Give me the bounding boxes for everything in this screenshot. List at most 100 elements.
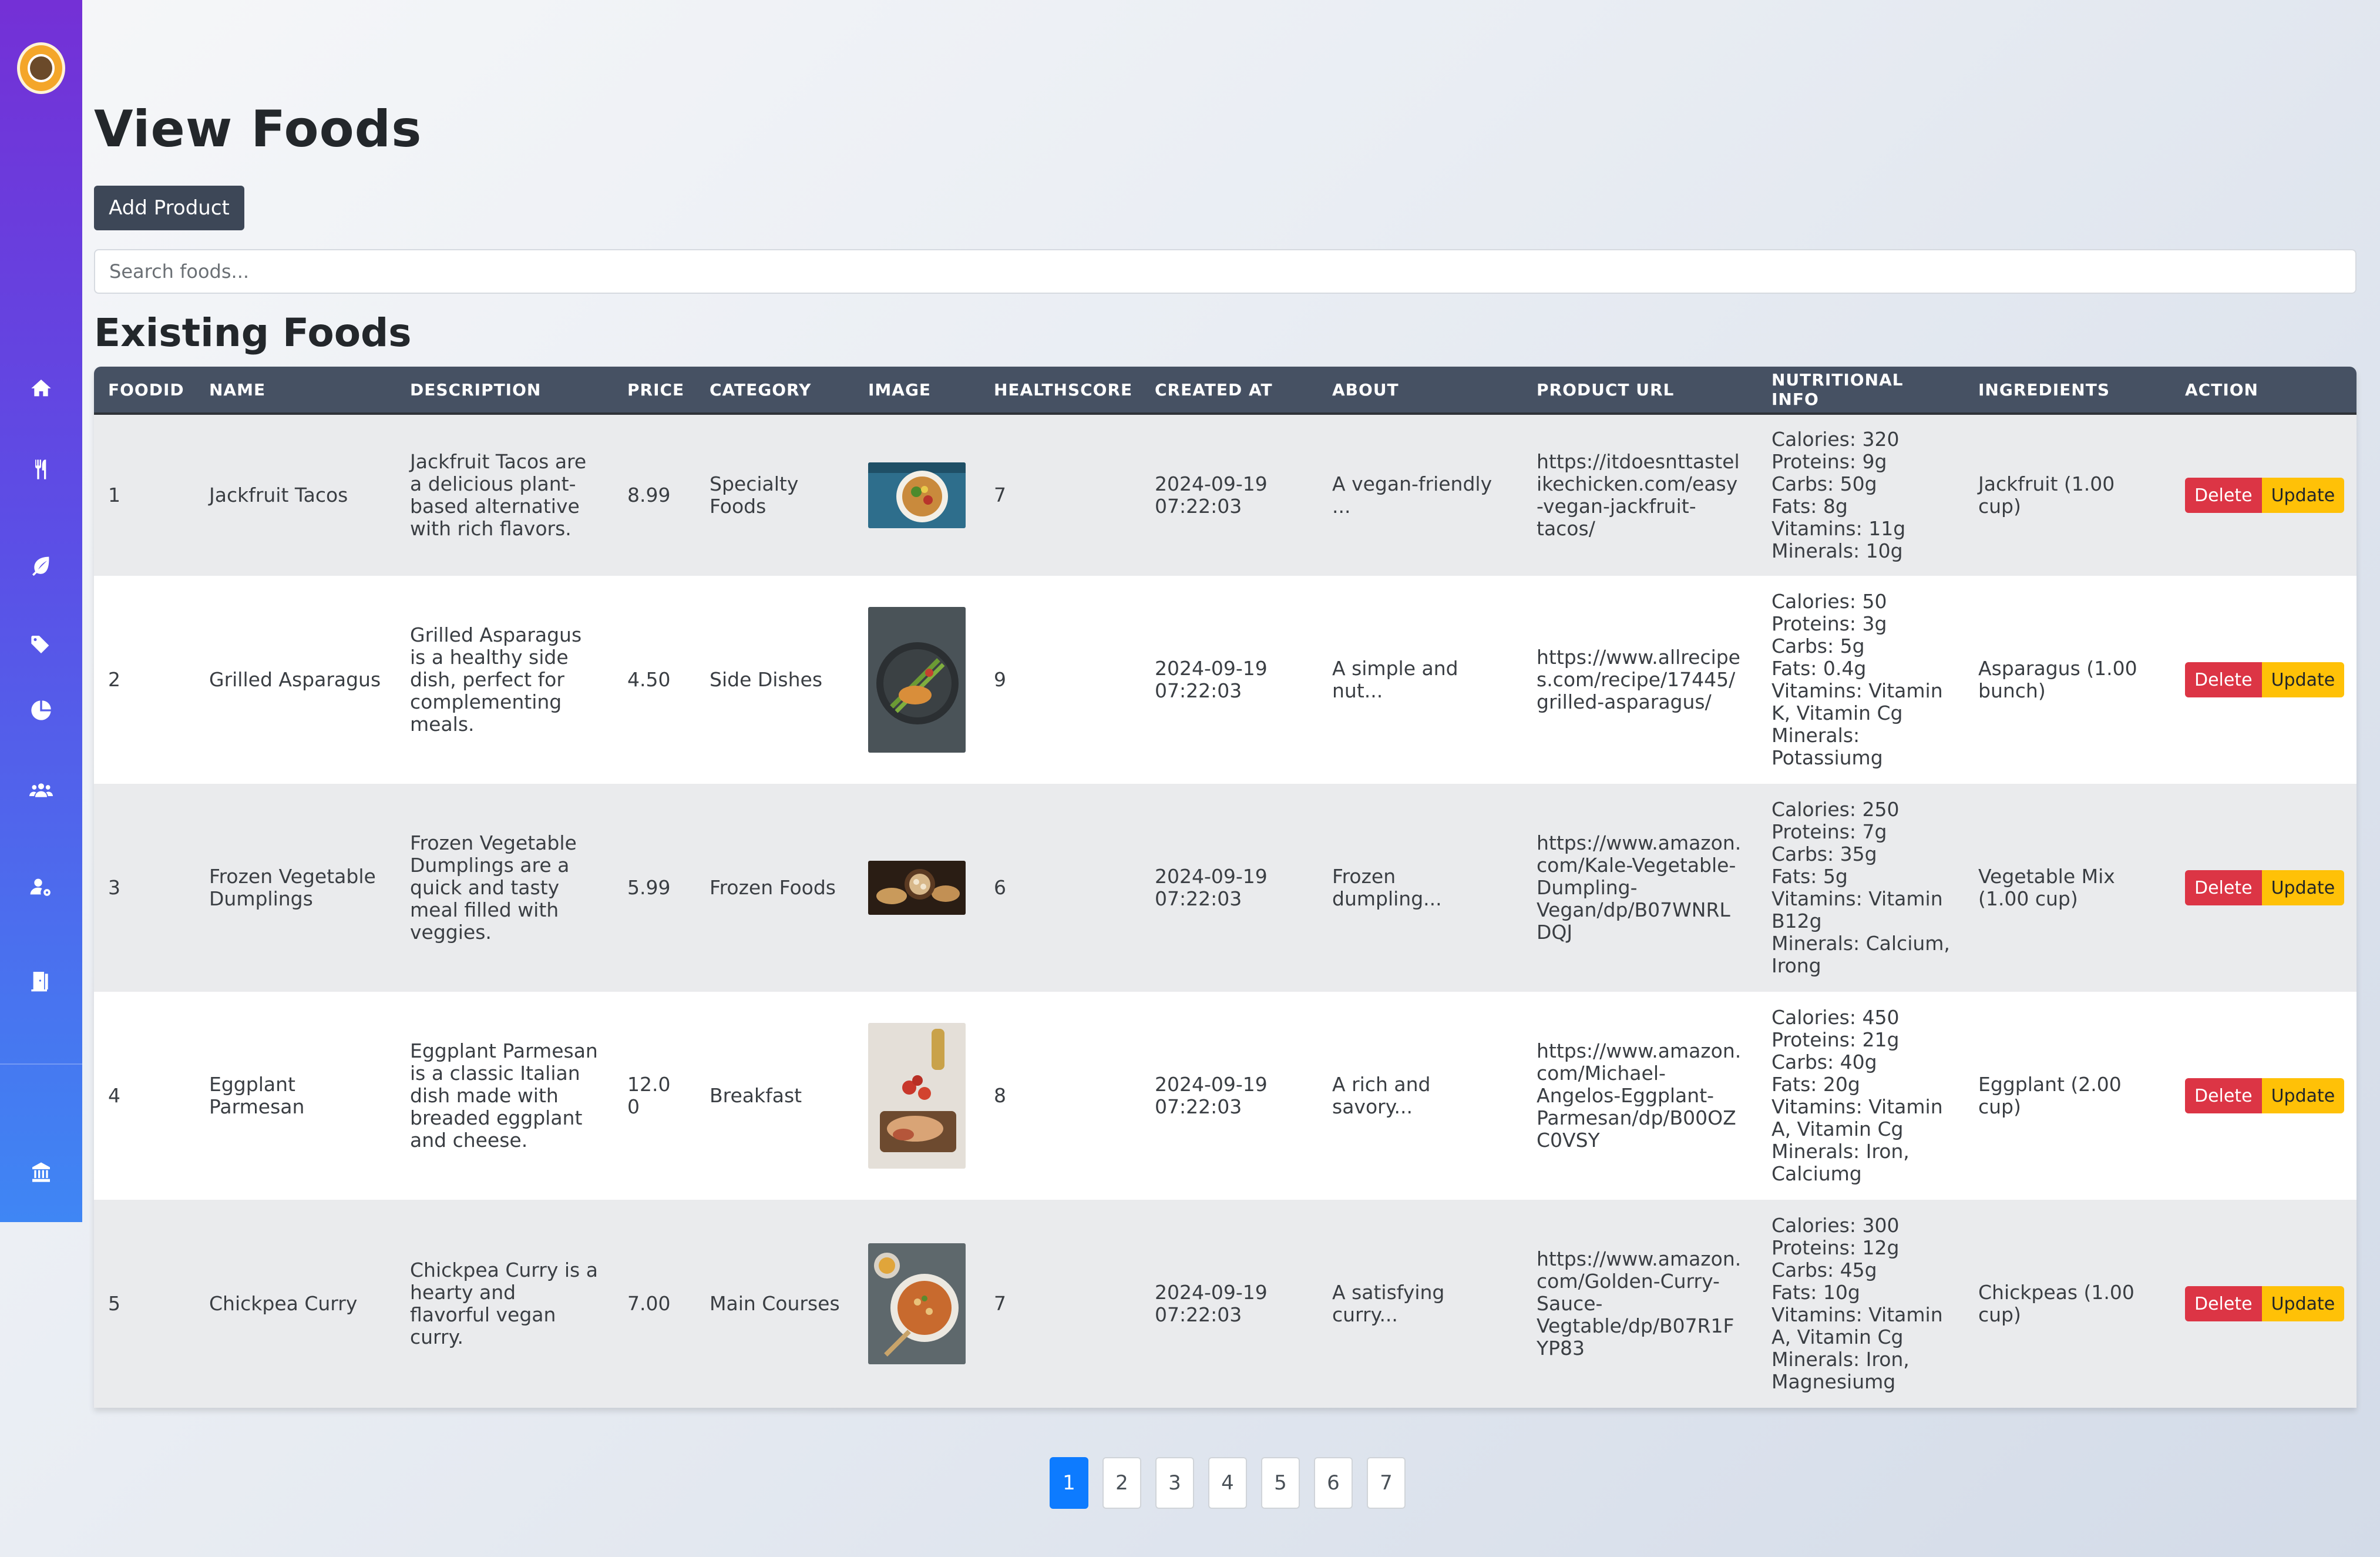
cell-foodid: 2 [108,668,120,691]
brand-logo[interactable] [17,42,65,94]
cell-image [854,1200,980,1408]
header-price: PRICE [613,367,695,415]
cell-action: Delete Update [2171,992,2357,1200]
cell-category: Specialty Foods [710,472,799,518]
cell-created-at: 2024-09-19 07:22:03 [1155,472,1268,518]
cell-about: Frozen dumpling... [1332,865,1442,910]
header-foodid: FOODID [94,367,195,415]
cell-price: 7.00 [627,1292,671,1315]
nutrition-line: Calories: 250 [1771,798,1900,821]
delete-button[interactable]: Delete [2185,478,2262,513]
header-created-at: CREATED AT [1141,367,1318,415]
nutrition-line: Fats: 20g [1771,1073,1860,1096]
cell-price: 5.99 [627,876,671,899]
table-row: 3 Frozen Vegetable Dumplings Frozen Vege… [94,784,2357,992]
cell-about: A vegan-friendly ... [1332,472,1492,518]
cell-created-at: 2024-09-19 07:22:03 [1155,657,1268,702]
page-button-2[interactable]: 2 [1102,1457,1141,1509]
update-button[interactable]: Update [2261,870,2345,905]
food-image-jackfruit-tacos [868,462,966,528]
nutrition-line: Proteins: 21g [1771,1028,1900,1051]
update-button[interactable]: Update [2261,478,2345,513]
nutrition-line: Carbs: 35g [1771,843,1877,865]
page-button-3[interactable]: 3 [1155,1457,1194,1509]
cell-image [854,784,980,992]
nutrition-line: Vitamins: Vitamin A, Vitamin Cg [1771,1303,1943,1348]
home-icon[interactable] [23,374,59,403]
header-action: ACTION [2171,367,2357,415]
users-icon[interactable] [23,776,59,805]
cell-product-url: https://www.amazon.com/Michael-Angelos-E… [1537,1039,1742,1152]
cell-name: Eggplant Parmesan [209,1073,305,1118]
nutrition-line: Minerals: 10g [1771,539,1903,562]
delete-button[interactable]: Delete [2185,1286,2262,1321]
update-button[interactable]: Update [2261,1078,2345,1113]
update-button[interactable]: Update [2261,1286,2345,1321]
nutrition-line: Proteins: 9g [1771,450,1887,473]
nutrition-line: Minerals: Iron, Calciumg [1771,1140,1910,1185]
food-image-eggplant-parmesan [868,1023,966,1169]
nutrition-line: Calories: 320 [1771,428,1900,451]
cell-description: Chickpea Curry is a hearty and flavorful… [410,1259,598,1348]
food-image-chickpea-curry [868,1243,966,1364]
update-button[interactable]: Update [2261,662,2345,697]
cell-healthscore: 7 [994,1292,1006,1315]
cell-name: Jackfruit Tacos [209,484,348,506]
section-title: Existing Foods [94,310,412,355]
page-button-7[interactable]: 7 [1367,1457,1406,1509]
nutrition-line: Minerals: Iron, Magnesiumg [1771,1348,1910,1393]
cell-category: Breakfast [710,1084,802,1107]
nutrition-line: Minerals: Calcium, Irong [1771,932,1950,977]
pie-chart-icon[interactable] [23,696,59,725]
cell-ingredients: Jackfruit (1.00 cup) [1978,472,2115,518]
food-image-grilled-asparagus [868,607,966,753]
cell-created-at: 2024-09-19 07:22:03 [1155,1073,1268,1118]
delete-button[interactable]: Delete [2185,870,2262,905]
page-button-5[interactable]: 5 [1261,1457,1300,1509]
delete-button[interactable]: Delete [2185,1078,2262,1113]
page-button-6[interactable]: 6 [1314,1457,1353,1509]
cell-nutritional-info: Calories: 450 Proteins: 21g Carbs: 40g F… [1757,992,1964,1200]
nutrition-line: Fats: 0.4g [1771,657,1867,680]
nutrition-line: Carbs: 45g [1771,1259,1877,1281]
cell-healthscore: 7 [994,484,1006,506]
table-header-row: FOODID NAME DESCRIPTION PRICE CATEGORY I… [94,367,2357,415]
cell-product-url: https://www.amazon.com/Golden-Curry-Sauc… [1537,1247,1742,1360]
building-icon[interactable] [23,1157,59,1187]
cell-about: A rich and savory... [1332,1073,1431,1118]
leaf-icon[interactable] [23,550,59,579]
table-row: 1 Jackfruit Tacos Jackfruit Tacos are a … [94,414,2357,576]
cell-description: Jackfruit Tacos are a delicious plant-ba… [410,450,587,540]
page-title: View Foods [94,100,422,159]
page-button-4[interactable]: 4 [1208,1457,1247,1509]
cell-nutritional-info: Calories: 320 Proteins: 9g Carbs: 50g Fa… [1757,414,1964,576]
cell-product-url: https://www.amazon.com/Kale-Vegetable-Du… [1537,831,1742,944]
nutrition-line: Fats: 10g [1771,1281,1860,1304]
cell-created-at: 2024-09-19 07:22:03 [1155,1281,1268,1326]
page-button-1[interactable]: 1 [1050,1457,1088,1509]
nutrition-line: Carbs: 40g [1771,1051,1877,1073]
sidebar-divider [0,1063,82,1065]
add-product-button[interactable]: Add Product [94,186,244,230]
table-row: 4 Eggplant Parmesan Eggplant Parmesan is… [94,992,2357,1200]
header-healthscore: HEALTHSCORE [980,367,1141,415]
utensils-icon[interactable] [23,455,59,484]
nutrition-line: Proteins: 12g [1771,1236,1900,1259]
cell-about: A simple and nut... [1332,657,1458,702]
cell-ingredients: Asparagus (1.00 bunch) [1978,657,2137,702]
cell-ingredients: Vegetable Mix (1.00 cup) [1978,865,2115,910]
header-image: IMAGE [854,367,980,415]
door-exit-icon[interactable] [23,966,59,995]
nutrition-line: Vitamins: Vitamin B12g [1771,887,1943,932]
user-cog-icon[interactable] [23,872,59,901]
cell-action: Delete Update [2171,1200,2357,1408]
cell-image [854,414,980,576]
header-category: CATEGORY [695,367,854,415]
cell-healthscore: 9 [994,668,1006,691]
search-input[interactable] [94,249,2357,294]
header-ingredients: INGREDIENTS [1964,367,2171,415]
delete-button[interactable]: Delete [2185,662,2262,697]
cell-ingredients: Chickpeas (1.00 cup) [1978,1281,2134,1326]
tags-icon[interactable] [23,630,59,659]
cell-price: 12.00 [627,1073,671,1118]
